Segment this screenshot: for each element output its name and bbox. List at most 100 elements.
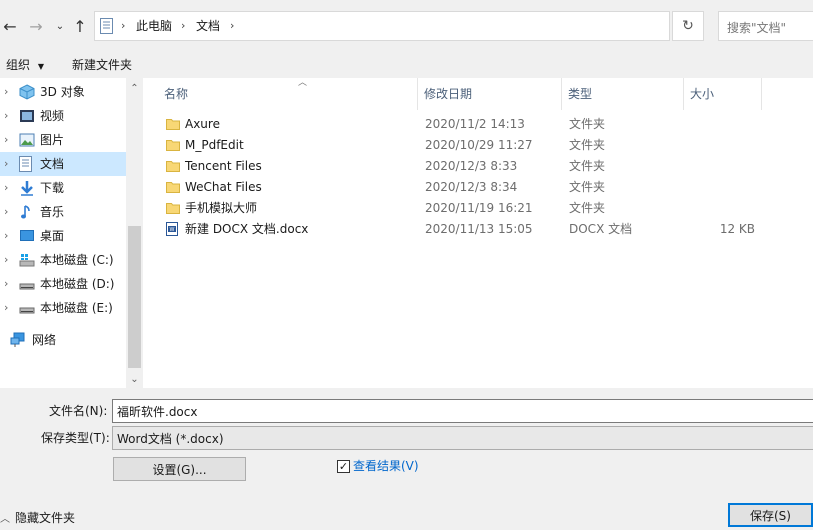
view-results-label[interactable]: 查看结果(V)	[353, 456, 419, 476]
nav-item-8[interactable]: › 本地磁盘 (D:)	[0, 272, 126, 296]
documents-icon	[19, 156, 36, 172]
chevron-right-icon[interactable]: ›	[4, 253, 14, 267]
file-row[interactable]: Axure 2020/11/2 14:13 文件夹	[158, 114, 798, 135]
file-type: 文件夹	[569, 180, 606, 194]
folder-icon	[166, 117, 180, 130]
chevron-right-icon[interactable]: ›	[4, 181, 14, 195]
nav-item-label: 图片	[40, 133, 65, 147]
search-input[interactable]: 搜索"文档"	[718, 11, 813, 41]
chevron-right-icon[interactable]: ›	[4, 133, 14, 147]
nav-item-label: 下载	[40, 181, 65, 195]
scroll-thumb[interactable]	[128, 226, 141, 368]
video-icon	[19, 108, 36, 124]
command-bar: 组织 ▼ 新建文件夹	[0, 52, 813, 78]
column-header-name[interactable]: 名称 ︿	[158, 78, 418, 110]
nav-item-label: 本地磁盘 (C:)	[40, 253, 114, 267]
file-modified: 2020/12/3 8:33	[425, 159, 518, 173]
refresh-icon: ↻	[682, 18, 694, 34]
filetype-select[interactable]: Word文档 (*.docx)	[112, 426, 813, 450]
organize-label: 组织	[6, 58, 31, 72]
nav-item-7[interactable]: › 本地磁盘 (C:)	[0, 248, 126, 272]
network-icon	[10, 332, 27, 348]
music-icon	[19, 204, 36, 220]
breadcrumb-separator[interactable]: ›	[181, 12, 185, 40]
nav-item-1[interactable]: › 视频	[0, 104, 126, 128]
address-bar[interactable]: › 此电脑 › 文档 › ⌄	[94, 11, 754, 41]
sort-ascending-icon: ︿	[298, 78, 308, 88]
filename-label: 文件名(N):	[49, 404, 108, 418]
column-header-type[interactable]: 类型	[562, 78, 684, 110]
chevron-right-icon[interactable]: ›	[4, 109, 14, 123]
settings-button[interactable]: 设置(G)...	[113, 457, 246, 481]
file-name: WeChat Files	[185, 180, 262, 194]
nav-item-5[interactable]: › 音乐	[0, 200, 126, 224]
column-label: 名称	[164, 87, 189, 101]
chevron-right-icon[interactable]: ›	[4, 301, 14, 315]
nav-item-4[interactable]: › 下载	[0, 176, 126, 200]
nav-item-label: 本地磁盘 (D:)	[40, 277, 115, 291]
file-row[interactable]: W 新建 DOCX 文档.docx 2020/11/13 15:05 DOCX 文档 1…	[158, 219, 798, 240]
column-header-size[interactable]: 大小	[684, 78, 762, 110]
navigation-scrollbar[interactable]: ⌃ ⌄	[126, 78, 143, 388]
refresh-button[interactable]: ↻	[672, 11, 704, 41]
up-button[interactable]: ↑	[70, 14, 90, 38]
save-button[interactable]: 保存(S)	[728, 503, 813, 527]
hide-folders-toggle[interactable]: ︿ 隐藏文件夹	[0, 508, 75, 528]
file-size	[698, 158, 755, 175]
nav-item-10[interactable]: 网络	[0, 328, 126, 352]
filetype-label: 保存类型(T):	[41, 431, 110, 445]
nav-item-label: 网络	[32, 333, 57, 347]
view-results-checkbox[interactable]: ✓	[337, 460, 350, 473]
chevron-right-icon[interactable]: ›	[4, 229, 14, 243]
chevron-right-icon[interactable]: ›	[4, 157, 14, 171]
file-type: DOCX 文档	[569, 222, 633, 236]
file-type: 文件夹	[569, 138, 606, 152]
nav-item-0[interactable]: › 3D 对象	[0, 80, 126, 104]
checkmark-icon: ✓	[338, 460, 349, 473]
download-icon	[19, 180, 36, 196]
organize-menu[interactable]: 组织 ▼	[6, 56, 44, 74]
chevron-up-icon: ︿	[0, 514, 10, 525]
file-name: M_PdfEdit	[185, 138, 244, 152]
nav-item-3[interactable]: › 文档	[0, 152, 126, 176]
breadcrumb-separator[interactable]: ›	[230, 12, 234, 40]
column-header-modified[interactable]: 修改日期	[418, 78, 562, 110]
scroll-up-arrow[interactable]: ⌃	[126, 80, 143, 97]
filename-input[interactable]: 福昕软件.docx	[112, 399, 813, 423]
forward-button[interactable]: →	[26, 14, 46, 38]
nav-item-9[interactable]: › 本地磁盘 (E:)	[0, 296, 126, 320]
breadcrumb-this-pc[interactable]: 此电脑	[136, 12, 172, 40]
nav-item-label: 文档	[40, 157, 65, 171]
file-modified: 2020/11/2 14:13	[425, 117, 525, 131]
nav-item-label: 本地磁盘 (E:)	[40, 301, 113, 315]
breadcrumb-separator[interactable]: ›	[121, 12, 125, 40]
folder-icon	[166, 180, 180, 193]
file-row[interactable]: M_PdfEdit 2020/10/29 11:27 文件夹	[158, 135, 798, 156]
navigation-pane: › 3D 对象 › 视频 › 图片 › 文档 › 下载 › 音乐 › 桌面 › 本地磁盘 (C:) › 本地磁盘 …	[0, 78, 144, 388]
arrow-left-icon: ←	[3, 16, 17, 36]
file-size	[698, 137, 755, 154]
scroll-down-arrow[interactable]: ⌄	[126, 371, 143, 388]
file-type: 文件夹	[569, 117, 606, 131]
docx-file-icon: W	[166, 222, 180, 236]
drive-icon	[19, 300, 36, 316]
file-row[interactable]: 手机模拟大师 2020/11/19 16:21 文件夹	[158, 198, 798, 219]
chevron-right-icon[interactable]: ›	[4, 277, 14, 291]
desktop-icon	[19, 228, 36, 244]
file-size: 12 KB	[719, 222, 755, 236]
chevron-right-icon[interactable]: ›	[4, 205, 14, 219]
new-folder-button[interactable]: 新建文件夹	[72, 56, 132, 74]
nav-item-2[interactable]: › 图片	[0, 128, 126, 152]
breadcrumb-documents[interactable]: 文档	[196, 12, 220, 40]
file-row[interactable]: WeChat Files 2020/12/3 8:34 文件夹	[158, 177, 798, 198]
back-button[interactable]: ←	[0, 14, 20, 38]
chevron-down-icon: ⌄	[55, 20, 65, 32]
file-modified: 2020/10/29 11:27	[425, 138, 533, 152]
file-name: Tencent Files	[185, 159, 262, 173]
file-modified: 2020/11/19 16:21	[425, 201, 533, 215]
chevron-right-icon[interactable]: ›	[4, 85, 14, 99]
nav-item-6[interactable]: › 桌面	[0, 224, 126, 248]
recent-locations-button[interactable]: ⌄	[50, 14, 70, 38]
documents-icon	[100, 18, 113, 34]
file-row[interactable]: Tencent Files 2020/12/3 8:33 文件夹	[158, 156, 798, 177]
